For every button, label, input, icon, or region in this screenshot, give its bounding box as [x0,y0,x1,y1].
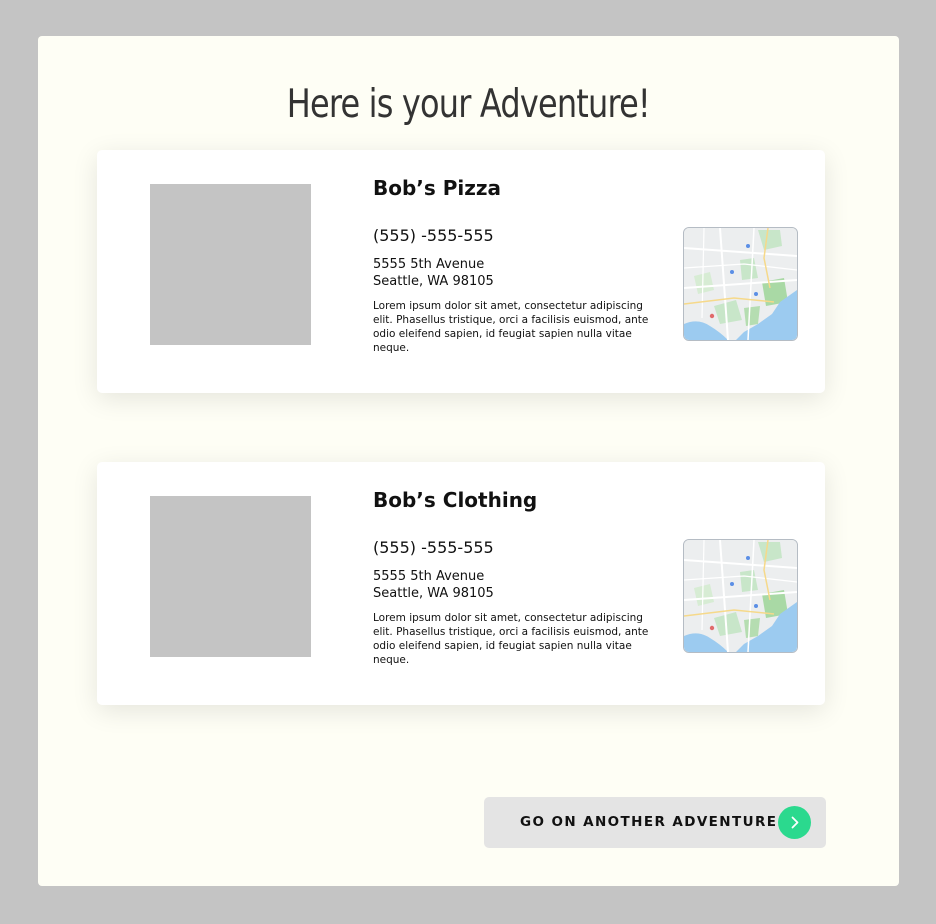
map-icon [684,540,797,652]
place-address: 5555 5th Avenue Seattle, WA 98105 [373,256,494,290]
map-icon [684,228,797,340]
result-card[interactable]: Bob’s Clothing (555) -555-555 5555 5th A… [97,462,825,705]
place-image-placeholder [150,184,311,345]
map-thumbnail[interactable] [683,539,798,653]
chevron-right-icon [778,806,811,839]
place-image-placeholder [150,496,311,657]
address-line-1: 5555 5th Avenue [373,257,485,272]
place-description: Lorem ipsum dolor sit amet, consectetur … [373,612,649,666]
map-thumbnail[interactable] [683,227,798,341]
place-description: Lorem ipsum dolor sit amet, consectetur … [373,300,649,354]
place-phone: (555) -555-555 [373,226,494,245]
place-phone: (555) -555-555 [373,538,494,557]
address-line-2: Seattle, WA 98105 [373,586,494,601]
another-adventure-label: GO ON ANOTHER ADVENTURE ! [520,814,792,830]
place-name: Bob’s Clothing [373,488,538,512]
address-line-1: 5555 5th Avenue [373,569,485,584]
address-line-2: Seattle, WA 98105 [373,274,494,289]
place-name: Bob’s Pizza [373,176,502,200]
page-title: Here is your Adventure! [286,82,651,127]
result-card[interactable]: Bob’s Pizza (555) -555-555 5555 5th Aven… [97,150,825,393]
another-adventure-button[interactable]: GO ON ANOTHER ADVENTURE ! [484,797,826,848]
place-address: 5555 5th Avenue Seattle, WA 98105 [373,568,494,602]
